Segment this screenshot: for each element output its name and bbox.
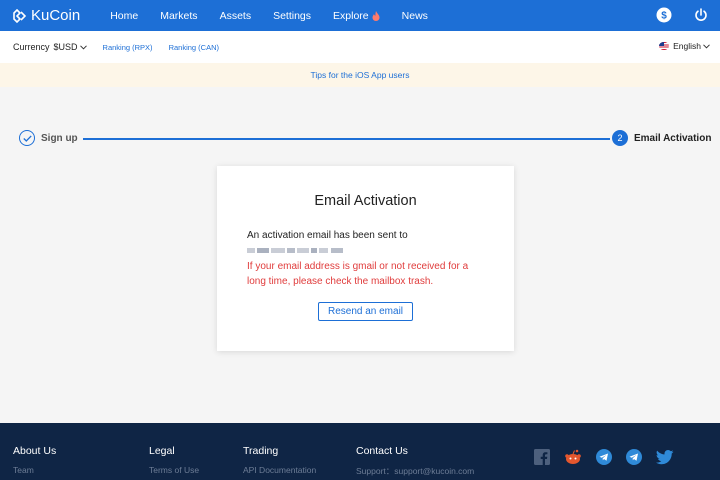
svg-text:$: $ xyxy=(661,11,667,22)
gmail-warning: If your email address is gmail or not re… xyxy=(247,261,469,287)
footer-legal-title: Legal xyxy=(149,445,175,457)
nav-news[interactable]: News xyxy=(402,10,428,22)
flame-icon xyxy=(372,10,380,21)
footer-about-title: About Us xyxy=(13,445,57,457)
reddit-icon[interactable] xyxy=(564,449,582,465)
footer-legal: Legal Terms of Use xyxy=(149,445,199,475)
dollar-icon[interactable]: $ xyxy=(656,7,672,23)
footer-trading: Trading API Documentation xyxy=(243,445,316,475)
language-label: English xyxy=(673,41,701,51)
footer-support-link[interactable]: Support：support@kucoin.com xyxy=(356,465,474,477)
currency-selector[interactable]: Currency $USD xyxy=(13,42,87,52)
us-flag-icon xyxy=(659,42,670,50)
sub-bar: Currency $USD Ranking (RPX) Ranking (CAN… xyxy=(0,31,720,63)
resend-email-button[interactable]: Resend an email xyxy=(318,302,413,321)
currency-value: $USD xyxy=(53,42,78,52)
footer: About Us Team Legal Terms of Use Trading… xyxy=(0,423,720,480)
ranking-can-link[interactable]: Ranking (CAN) xyxy=(169,43,219,52)
nav-home[interactable]: Home xyxy=(110,10,138,22)
chevron-down-icon xyxy=(703,43,710,49)
twitter-icon[interactable] xyxy=(656,449,674,465)
language-selector[interactable]: English xyxy=(659,41,710,51)
footer-contact-title: Contact Us xyxy=(356,445,408,457)
footer-about: About Us Team xyxy=(13,445,56,475)
footer-contact: Contact Us Support：support@kucoin.com xyxy=(356,445,474,477)
facebook-icon[interactable] xyxy=(534,449,550,465)
telegram-icon[interactable] xyxy=(626,449,642,465)
nav-explore[interactable]: Explore xyxy=(333,10,380,22)
brand-name: KuCoin xyxy=(31,7,81,24)
footer-trading-title: Trading xyxy=(243,445,279,457)
nav-settings[interactable]: Settings xyxy=(273,10,311,22)
currency-label: Currency xyxy=(13,42,50,52)
power-icon[interactable] xyxy=(694,8,708,22)
signup-stepper: Sign up 2 Email Activation xyxy=(0,128,720,150)
ios-tips-banner[interactable]: Tips for the iOS App users xyxy=(0,63,720,87)
logo[interactable]: KuCoin xyxy=(13,7,80,24)
step1-check-icon xyxy=(19,130,35,146)
social-links xyxy=(534,449,688,465)
step2-label: Email Activation xyxy=(634,133,712,144)
email-activation-card: Email Activation An activation email has… xyxy=(217,166,514,351)
ranking-rpx-link[interactable]: Ranking (RPX) xyxy=(103,43,153,52)
step-connector xyxy=(83,138,610,140)
nav-explore-label: Explore xyxy=(333,9,369,22)
top-nav: KuCoin Home Markets Assets Settings Expl… xyxy=(0,0,720,31)
nav-assets[interactable]: Assets xyxy=(220,10,252,22)
chevron-down-icon xyxy=(79,44,87,50)
telegram-icon[interactable] xyxy=(596,449,612,465)
footer-api-link[interactable]: API Documentation xyxy=(243,465,316,475)
step1-label: Sign up xyxy=(41,133,78,144)
step2-number: 2 xyxy=(612,130,628,146)
footer-team-link[interactable]: Team xyxy=(13,465,56,475)
card-title: Email Activation xyxy=(314,193,417,209)
footer-terms-link[interactable]: Terms of Use xyxy=(149,465,199,475)
kucoin-logo-icon xyxy=(13,8,27,23)
masked-email-address xyxy=(247,246,349,255)
nav-links: Home Markets Assets Settings Explore New… xyxy=(110,10,450,22)
activation-message: An activation email has been sent to xyxy=(247,230,408,241)
nav-right: $ xyxy=(634,7,708,23)
nav-markets[interactable]: Markets xyxy=(160,10,197,22)
